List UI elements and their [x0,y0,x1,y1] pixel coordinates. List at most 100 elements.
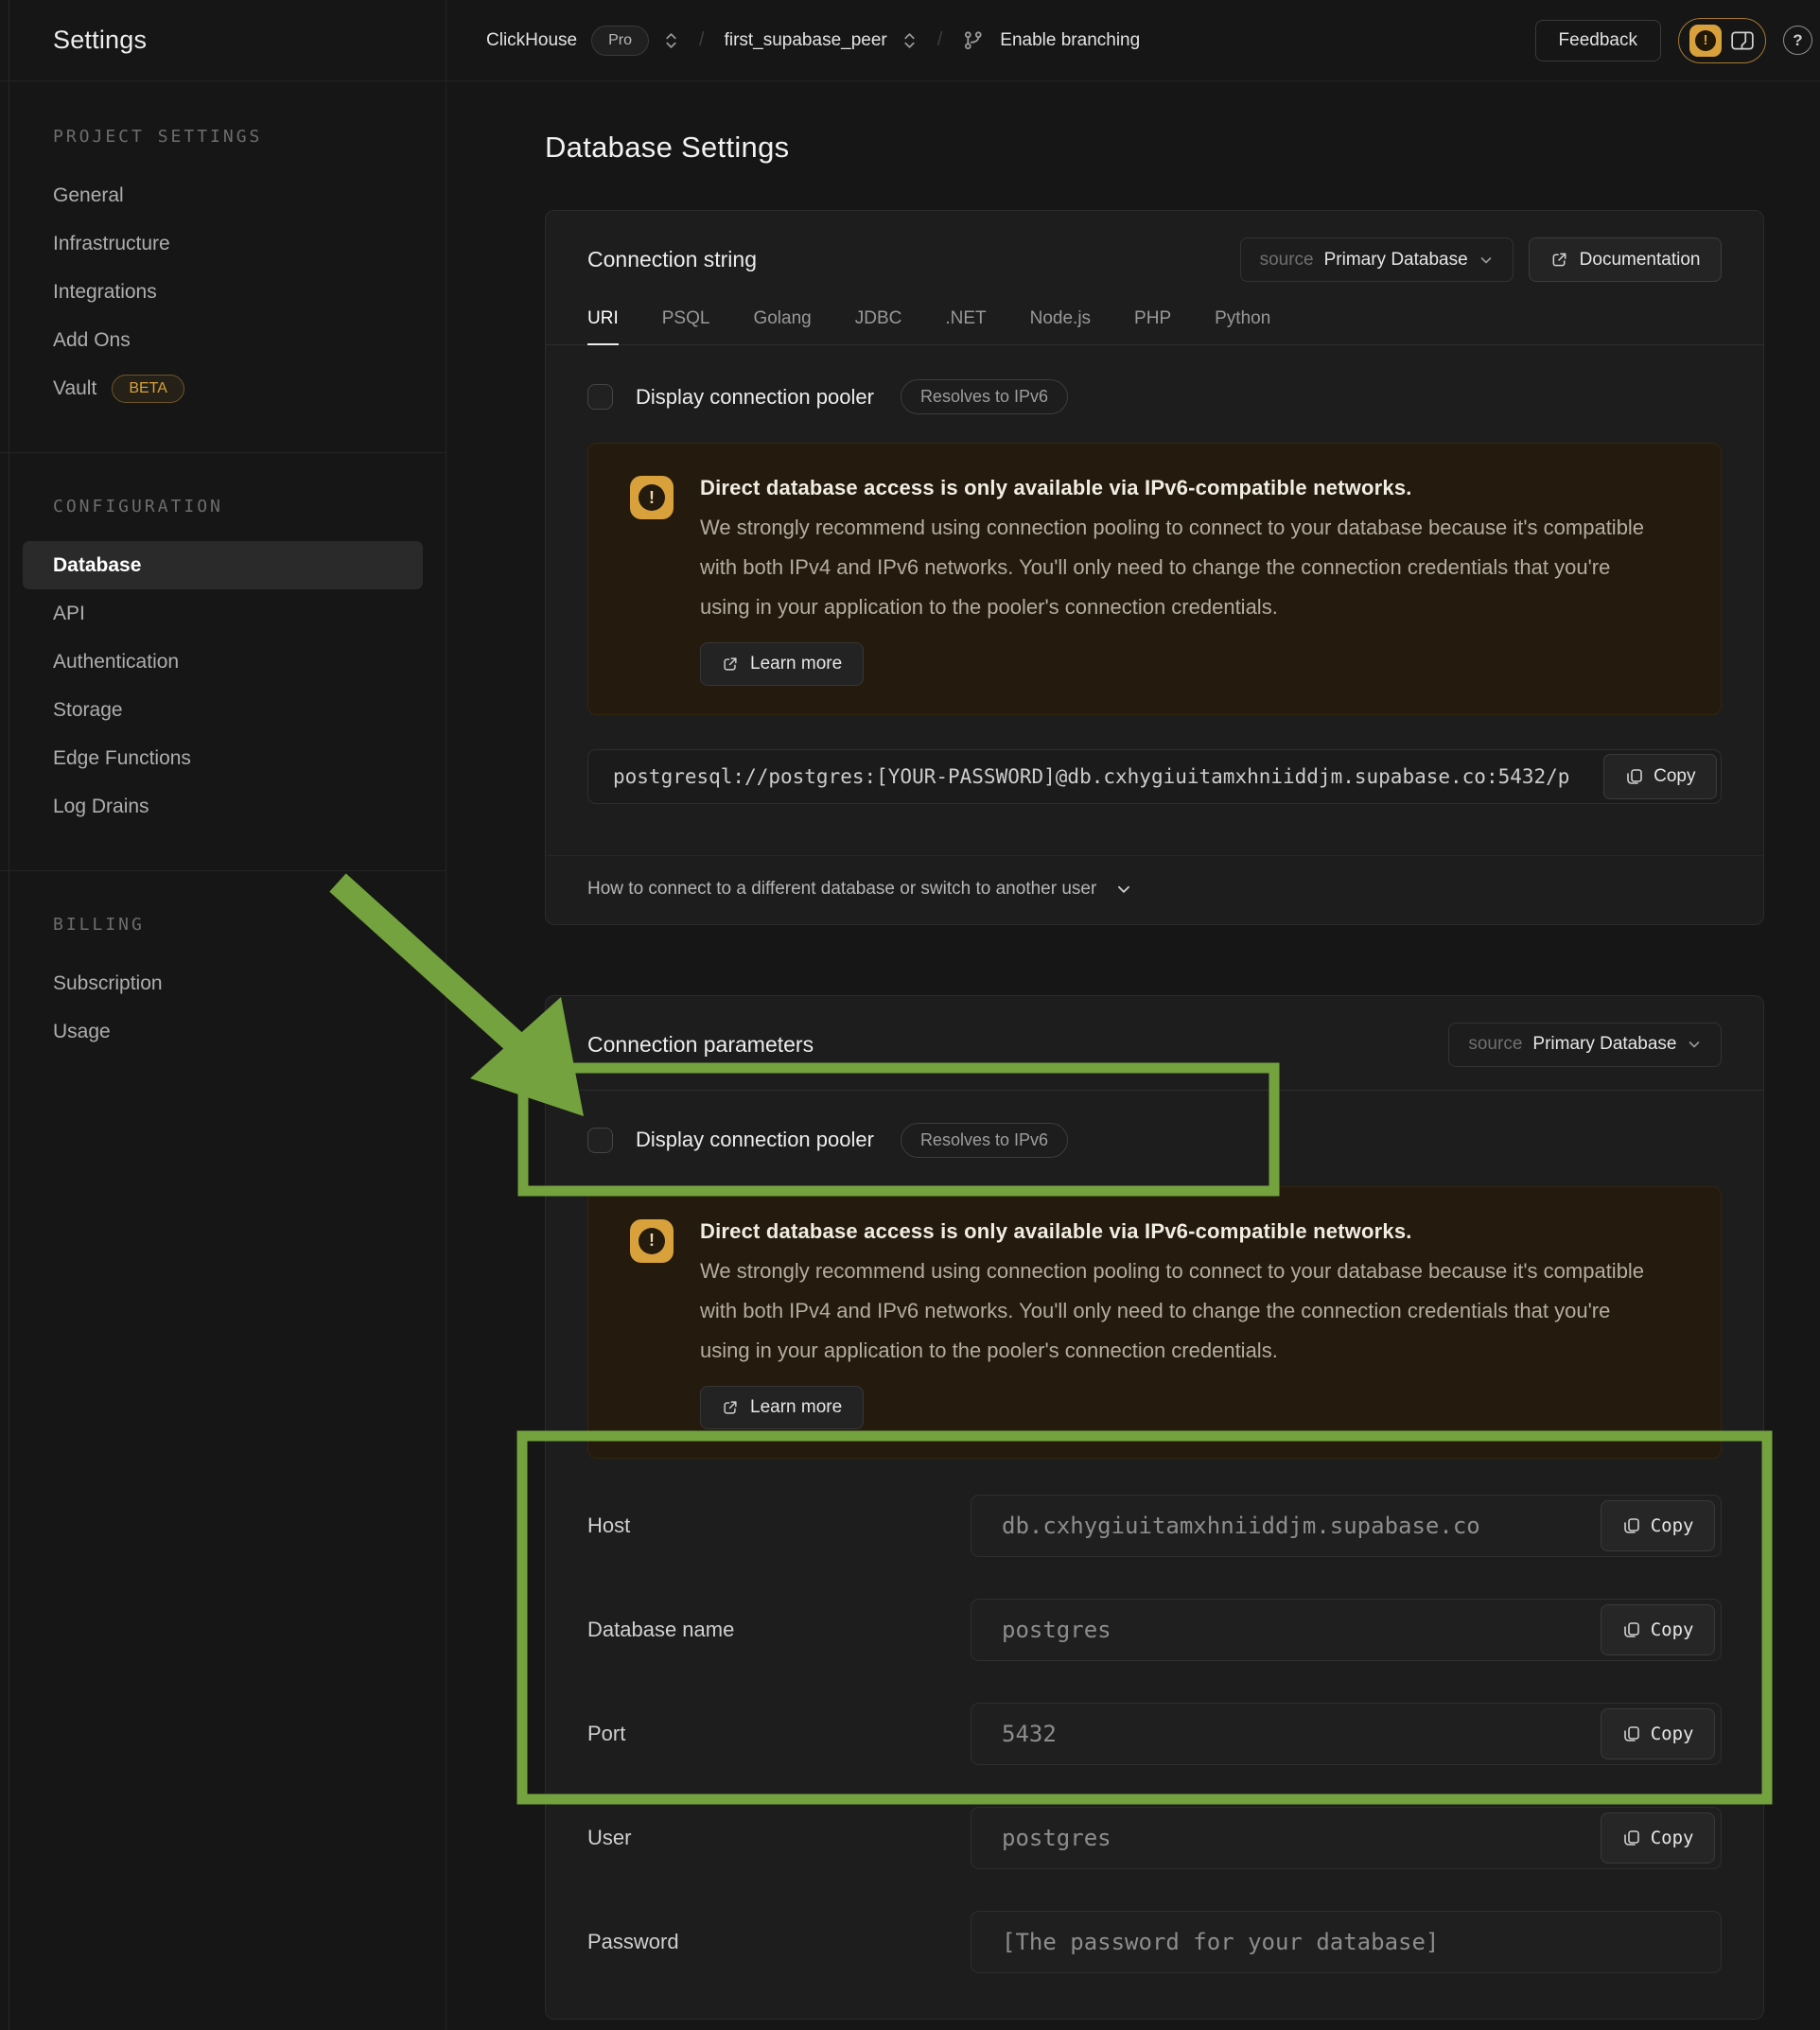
pooler-checkbox[interactable] [587,384,613,410]
breadcrumb-separator: / [932,29,949,51]
user-field[interactable]: postgres Copy [971,1807,1722,1869]
connection-string-card: Connection string source Primary Databas… [545,210,1764,925]
main-content: Database Settings Connection string sour… [446,81,1820,2030]
card-title: Connection string [587,247,757,272]
sidebar-item-log-drains[interactable]: Log Drains [23,782,423,831]
copy-icon [1622,1620,1641,1639]
tab-jdbc[interactable]: JDBC [855,308,902,344]
password-field[interactable]: [The password for your database] [971,1911,1722,1973]
copy-icon [1622,1724,1641,1743]
warning-body: We strongly recommend using connection p… [700,508,1655,626]
field-row-database-name: Database name postgres Copy [587,1578,1722,1682]
tab-php[interactable]: PHP [1134,308,1171,344]
sidebar-item-edge-functions[interactable]: Edge Functions [23,734,423,782]
external-link-icon [722,656,739,673]
sidebar-section-label: CONFIGURATION [53,497,423,516]
tab-golang[interactable]: Golang [753,308,811,344]
branch-icon [962,29,984,51]
connection-string-header: Connection string source Primary Databas… [546,211,1763,345]
beta-badge: BETA [112,375,184,403]
header-actions: Feedback ! ? [1535,0,1820,80]
sidebar-item-usage[interactable]: Usage [23,1007,423,1056]
sidebar: PROJECT SETTINGS General Infrastructure … [0,81,446,2030]
top-header: Settings ClickHouse Pro / first_supabase… [0,0,1820,81]
pooler-row: Display connection pooler Resolves to IP… [587,379,1722,414]
external-link-icon [1550,251,1568,269]
learn-more-button[interactable]: Learn more [700,1386,864,1429]
sidebar-section-label: PROJECT SETTINGS [53,127,423,147]
copy-icon [1622,1516,1641,1535]
chevron-down-icon [1115,881,1132,898]
ipv6-warning-panel: ! Direct database access is only availab… [587,1186,1722,1459]
ipv6-badge: Resolves to IPv6 [901,1123,1068,1158]
documentation-button[interactable]: Documentation [1529,237,1723,282]
sidebar-item-infrastructure[interactable]: Infrastructure [23,219,423,268]
database-name-field[interactable]: postgres Copy [971,1599,1722,1661]
source-select[interactable]: source Primary Database [1240,237,1514,282]
pooler-label: Display connection pooler [636,1128,874,1152]
sidebar-item-api[interactable]: API [23,589,423,638]
tab-nodejs[interactable]: Node.js [1030,308,1091,344]
sidebar-item-add-ons[interactable]: Add Ons [23,316,423,364]
copy-button[interactable]: Copy [1603,754,1717,799]
connection-string-tabs: URI PSQL Golang JDBC .NET Node.js PHP Py… [587,308,1722,344]
page-section-title: Settings [53,26,147,55]
learn-more-button[interactable]: Learn more [700,642,864,686]
sidebar-section-project-settings: PROJECT SETTINGS General Infrastructure … [0,127,446,412]
sidebar-item-authentication[interactable]: Authentication [23,638,423,686]
warning-title: Direct database access is only available… [700,476,1655,500]
host-field[interactable]: db.cxhygiuitamxhniiddjm.supabase.co Copy [971,1495,1722,1557]
copy-button[interactable]: Copy [1601,1500,1716,1551]
warning-icon: ! [630,1219,674,1263]
tab-dotnet[interactable]: .NET [945,308,986,344]
breadcrumb-separator: / [693,29,710,51]
ipv6-badge: Resolves to IPv6 [901,379,1068,414]
copy-button[interactable]: Copy [1601,1604,1716,1655]
tab-python[interactable]: Python [1215,308,1270,344]
sidebar-item-subscription[interactable]: Subscription [23,959,423,1007]
warning-title: Direct database access is only available… [700,1219,1655,1244]
field-row-password: Password [The password for your database… [587,1890,1722,1994]
connection-string-body: Display connection pooler Resolves to IP… [546,345,1763,855]
connection-string-input[interactable]: postgresql://postgres:[YOUR-PASSWORD]@db… [587,749,1722,804]
enable-branching-button[interactable]: Enable branching [1000,30,1140,51]
breadcrumb-org[interactable]: ClickHouse [486,30,577,51]
sidebar-item-database[interactable]: Database [23,541,423,589]
feedback-button[interactable]: Feedback [1535,20,1661,61]
pooler-row: Display connection pooler Resolves to IP… [587,1123,1722,1158]
chevron-sort-icon[interactable] [663,30,679,51]
breadcrumb-project[interactable]: first_supabase_peer [725,30,887,51]
copy-icon [1622,1829,1641,1847]
connection-parameters-header: Connection parameters source Primary Dat… [546,996,1763,1091]
sidebar-item-vault[interactable]: Vault BETA [23,364,423,412]
sidebar-item-integrations[interactable]: Integrations [23,268,423,316]
notifications-chip[interactable]: ! [1678,18,1766,63]
warning-icon: ! [1689,25,1722,57]
source-select[interactable]: source Primary Database [1448,1023,1722,1067]
copy-button[interactable]: Copy [1601,1812,1716,1864]
connection-parameters-card: Connection parameters source Primary Dat… [545,995,1764,2020]
connection-string-field: postgresql://postgres:[YOUR-PASSWORD]@db… [587,749,1722,804]
card-title: Connection parameters [587,1032,814,1058]
field-row-port: Port 5432 Copy [587,1682,1722,1786]
help-icon[interactable]: ? [1783,26,1812,55]
copy-icon [1625,767,1644,786]
port-field[interactable]: 5432 Copy [971,1703,1722,1765]
connect-help-toggle[interactable]: How to connect to a different database o… [546,855,1763,924]
tab-uri[interactable]: URI [587,308,619,344]
ipv6-warning-panel: ! Direct database access is only availab… [587,443,1722,715]
warning-icon: ! [630,476,674,519]
chevron-down-icon [1687,1037,1702,1052]
pooler-checkbox[interactable] [587,1128,613,1153]
sidebar-item-general[interactable]: General [23,171,423,219]
connection-parameters-body: Display connection pooler Resolves to IP… [546,1091,1763,2019]
chevron-sort-icon[interactable] [901,30,918,51]
panel-icon [1730,30,1755,51]
copy-button[interactable]: Copy [1601,1708,1716,1759]
sidebar-item-storage[interactable]: Storage [23,686,423,734]
tab-psql[interactable]: PSQL [662,308,710,344]
field-row-user: User postgres Copy [587,1786,1722,1890]
connection-parameter-fields: Host db.cxhygiuitamxhniiddjm.supabase.co… [587,1474,1722,1994]
sidebar-section-label: BILLING [53,915,423,935]
app-window: Settings ClickHouse Pro / first_supabase… [0,0,1820,2030]
